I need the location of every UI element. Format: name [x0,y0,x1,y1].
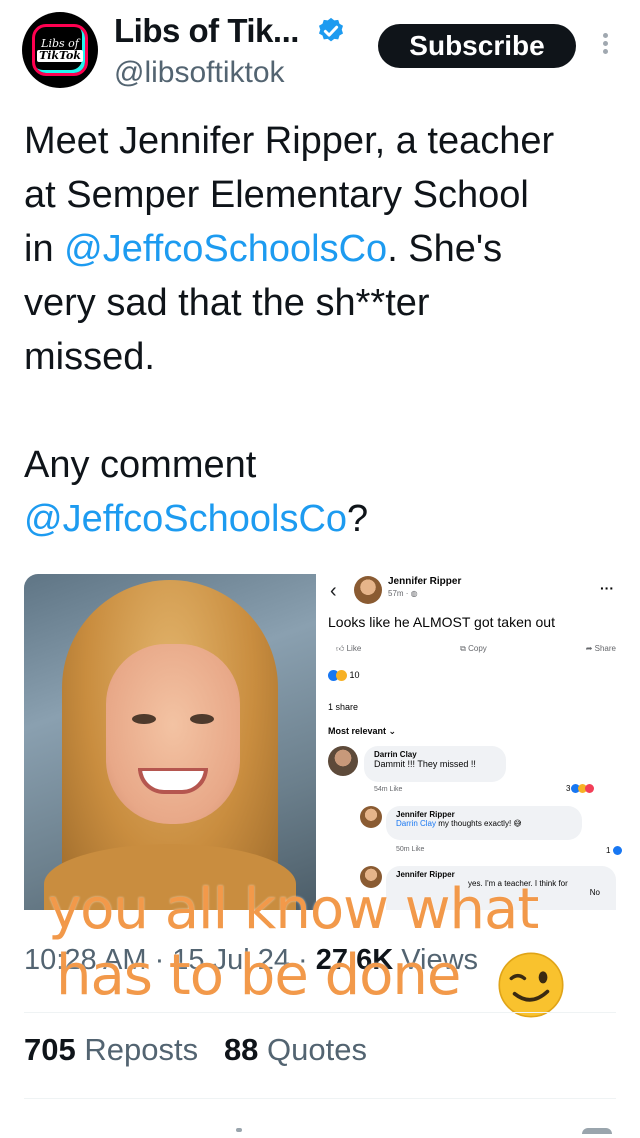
action-bar-partial [0,1122,640,1138]
fb-comment-reactions: 1 [606,846,622,856]
fb-comment-reaction-count: 3 [566,784,571,793]
fb-sort-text: Most relevant [328,726,387,736]
fb-comment-text: Dammit !!! They missed !! [374,759,476,769]
tweet-line: Any comment [24,444,257,486]
reposts-count[interactable]: 705 [24,1032,76,1067]
reply-icon[interactable] [236,1128,242,1132]
mention-link[interactable]: @JeffcoSchoolsCo [24,498,347,540]
fb-like-label: Like [346,644,362,653]
fb-copy-label: Copy [468,644,487,653]
overlay-caption-line2: has to be done [56,943,461,1008]
share-icon[interactable] [582,1128,612,1134]
fb-comment: Jennifer Ripper Darrin Clay my thoughts … [386,806,582,840]
tweet-text-fragment: . She's [387,228,503,270]
tweet-stats: 705 Reposts 88 Quotes [24,1032,367,1068]
avatar-text-line2: TikTok [37,49,83,62]
fb-time-text: 57m · [388,589,411,598]
fb-comment: Darrin Clay Dammit !!! They missed !! [364,746,506,782]
fb-more-icon: ··· [600,580,614,596]
mention-link[interactable]: @JeffcoSchoolsCo [64,228,387,270]
verified-badge-icon [319,17,343,42]
share-arrow-icon: ➦ [585,644,595,653]
back-arrow-icon: ‹ [330,580,337,602]
fb-comment-author: Jennifer Ripper [396,810,455,819]
reposts-label[interactable]: Reposts [84,1032,198,1067]
tweet-line: at Semper Elementary School [24,174,529,216]
copy-icon: ⧉ [460,644,469,653]
fb-comment-text: Darrin Clay my thoughts exactly! 😅 [396,819,572,828]
winking-face-emoji-icon [498,952,564,1018]
thumbs-up-icon: 👍︎ [336,644,347,653]
fb-post-time: 57m · ◍ [388,589,418,598]
portrait-eye [132,714,156,724]
fb-author-name: Jennifer Ripper [388,576,462,587]
fb-share-action: ➦ Share [586,644,616,654]
fb-comment-meta: 50m Like [396,846,425,853]
fb-comment-reaction-count: 1 [606,846,611,855]
portrait-smile [138,768,208,794]
portrait-eye [190,714,214,724]
globe-icon: ◍ [410,589,418,598]
more-options-icon[interactable] [598,30,612,64]
laugh-reaction-icon [336,670,347,682]
quotes-count[interactable]: 88 [224,1032,258,1067]
fb-reactions: 10 [328,670,360,682]
tweet-line: very sad that the sh**ter [24,282,430,324]
fb-share-count: 1 share [328,702,359,712]
fb-like-action: 👍︎ Like [336,644,361,654]
fb-sort-label: Most relevant ⌄ [328,726,396,737]
facebook-screenshot-image[interactable]: ‹ Jennifer Ripper 57m · ◍ ··· Looks like… [316,574,630,910]
divider [24,1012,616,1013]
fb-author-avatar [354,576,382,604]
tweet-line: Meet Jennifer Ripper, a teacher [24,120,555,162]
quotes-label[interactable]: Quotes [267,1032,367,1067]
tweet-text: Meet Jennifer Ripper, a teacher at Sempe… [24,114,624,546]
tiktok-logo: Libs of TikTok [32,24,88,76]
portrait-face [106,644,240,824]
profile-avatar[interactable]: Libs of TikTok [22,12,98,88]
portrait-image[interactable] [24,574,316,910]
angry-reaction-icon [584,784,594,794]
fb-post-text: Looks like he ALMOST got taken out [328,614,555,630]
fb-comment-mention: Darrin Clay [396,819,437,828]
tweet-text-fragment: ? [347,498,369,540]
fb-share-label: Share [594,644,616,653]
tweet-line: missed. [24,336,155,378]
fb-comment-meta: 54m Like [374,786,403,793]
user-handle[interactable]: @libsoftiktok [114,56,285,90]
smile-emoji-icon: 😅 [513,819,522,828]
fb-comment-author: Darrin Clay [374,750,417,759]
fb-action-bar: 👍︎ Like ⧉ Copy ➦ Share [328,644,624,654]
fb-commenter-avatar [360,806,382,828]
fb-commenter-avatar [328,746,358,776]
fb-comment-body: my thoughts exactly! [436,819,512,828]
chevron-down-icon: ⌄ [388,726,397,736]
tweet-line: in @JeffcoSchoolsCo. She's [24,222,624,276]
tweet-text-fragment: in [24,228,65,270]
overlay-caption-line1: you all know what [48,877,539,942]
display-name[interactable]: Libs of Tik... [114,12,299,50]
subscribe-button[interactable]: Subscribe [378,24,576,68]
fb-reaction-count: 10 [349,670,360,680]
like-reaction-icon [612,846,622,856]
divider [24,1098,616,1099]
fb-copy-action: ⧉ Copy [460,644,487,654]
tweet-line: @JeffcoSchoolsCo? [24,492,624,546]
fb-comment-reactions: 3 [566,784,594,794]
